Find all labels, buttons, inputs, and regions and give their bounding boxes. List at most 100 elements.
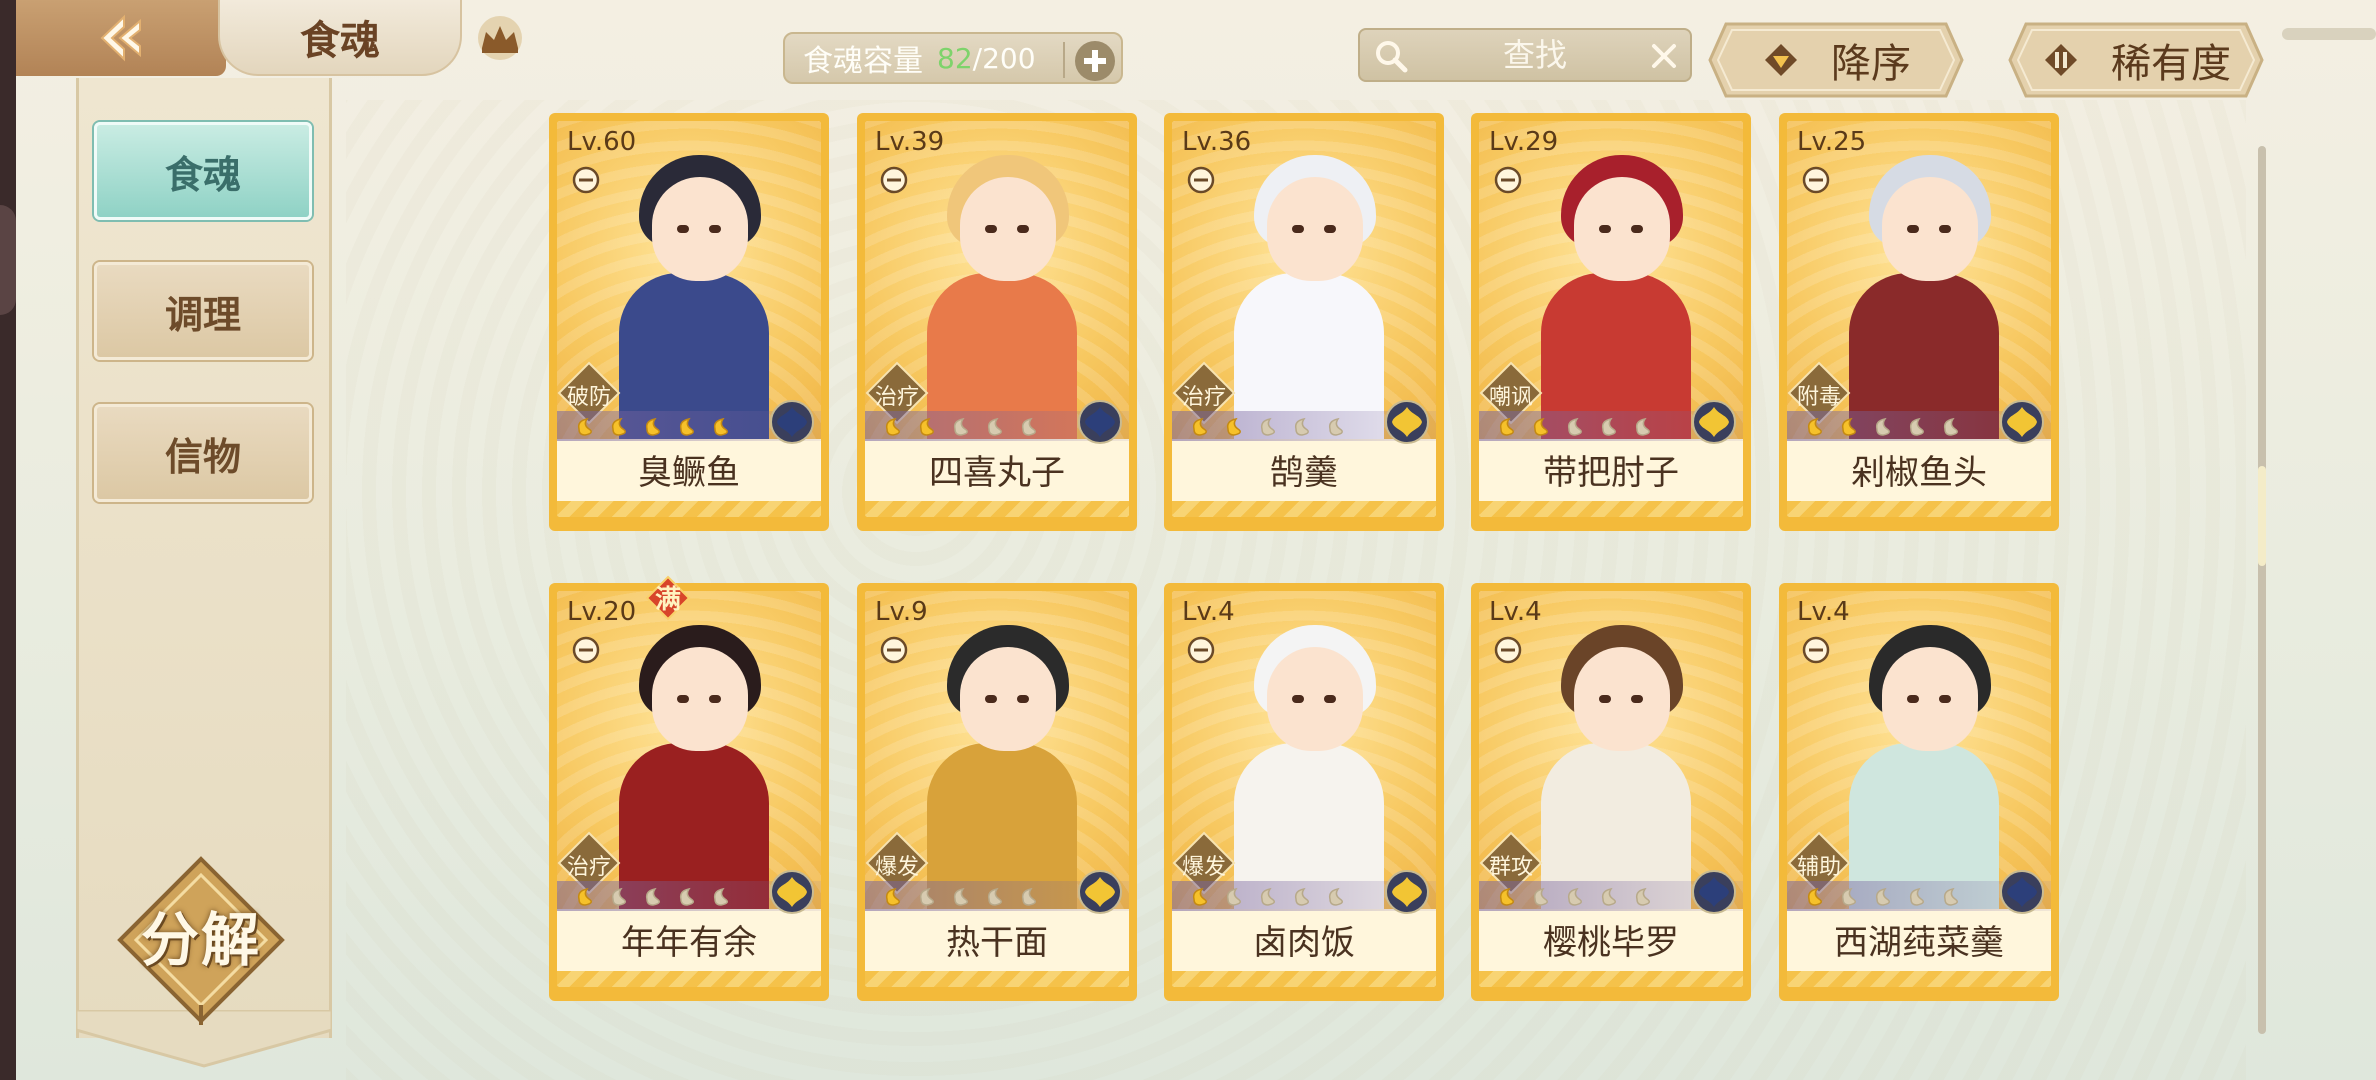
close-icon[interactable] — [1650, 42, 1678, 70]
search-box[interactable]: 查找 — [1358, 28, 1692, 82]
card-role: 嘲讽 — [1488, 385, 1533, 410]
card-role: 群攻 — [1488, 855, 1533, 880]
page-title-tab: 食魂 — [218, 0, 462, 76]
top-right-indicator — [2282, 28, 2376, 40]
star-empty-icon — [1875, 417, 1890, 436]
blue-element-icon — [770, 400, 814, 444]
food-soul-card[interactable]: Lv.39 治疗 四喜丸子 — [857, 113, 1137, 531]
decompose-label: 分解 — [140, 906, 261, 974]
star-empty-icon — [1328, 417, 1343, 436]
card-role: 治疗 — [1181, 385, 1226, 410]
star-filled-icon — [1533, 417, 1548, 436]
food-soul-card[interactable]: Lv.36 治疗 鹄羹 — [1164, 113, 1444, 531]
lock-toggle-icon[interactable] — [571, 165, 601, 195]
card-level: Lv.4 — [1182, 597, 1235, 627]
tab-cultivate[interactable]: 调理 — [94, 262, 312, 360]
lock-toggle-icon[interactable] — [1493, 635, 1523, 665]
food-soul-card[interactable]: Lv.25 附毒 剁椒鱼头 — [1779, 113, 2059, 531]
food-soul-card[interactable]: Lv.4 群攻 樱桃毕罗 — [1471, 583, 1751, 1001]
rarity-sort-label: 稀有度 — [2111, 41, 2231, 87]
scrollbar-track[interactable] — [2258, 146, 2266, 1034]
star-empty-icon — [1021, 887, 1036, 906]
card-name: 四喜丸子 — [929, 453, 1065, 493]
capacity-label: 食魂容量 — [803, 44, 923, 79]
star-filled-icon — [645, 417, 660, 436]
max-badge-label: 满 — [654, 585, 681, 615]
star-filled-icon — [1807, 887, 1822, 906]
star-empty-icon — [1601, 417, 1616, 436]
food-soul-card[interactable]: Lv.29 嘲讽 带把肘子 — [1471, 113, 1751, 531]
star-empty-icon — [713, 887, 728, 906]
star-empty-icon — [1294, 417, 1309, 436]
lock-toggle-icon[interactable] — [1493, 165, 1523, 195]
card-name: 带把肘子 — [1543, 453, 1679, 493]
star-filled-icon — [1807, 417, 1822, 436]
decompose-button[interactable]: 分解 — [116, 855, 286, 1025]
star-empty-icon — [679, 887, 694, 906]
card-level: Lv.20 — [567, 597, 637, 627]
gold-element-icon — [1692, 400, 1736, 444]
sort-order-label: 降序 — [1831, 41, 1911, 87]
star-filled-icon — [919, 417, 934, 436]
rarity-sort-button[interactable]: 稀有度 — [2006, 20, 2266, 100]
star-filled-icon — [577, 887, 592, 906]
scrollbar-thumb[interactable] — [2258, 466, 2266, 566]
star-empty-icon — [1260, 417, 1275, 436]
star-empty-icon — [1909, 887, 1924, 906]
card-name: 鹄羹 — [1270, 453, 1338, 493]
card-level: Lv.60 — [567, 127, 637, 157]
card-role: 爆发 — [1181, 855, 1226, 880]
back-button[interactable] — [16, 0, 226, 76]
lock-toggle-icon[interactable] — [1186, 165, 1216, 195]
add-capacity-button[interactable] — [1075, 41, 1115, 81]
lock-toggle-icon[interactable] — [571, 635, 601, 665]
blue-element-icon — [2000, 870, 2044, 914]
tab-tokens[interactable]: 信物 — [94, 404, 312, 502]
sort-order-button[interactable]: 降序 — [1706, 20, 1966, 100]
star-filled-icon — [885, 417, 900, 436]
card-role: 治疗 — [566, 855, 611, 880]
lock-toggle-icon[interactable] — [1801, 635, 1831, 665]
descending-icon — [1765, 44, 1797, 76]
sort-arrows-icon — [2045, 44, 2077, 76]
star-empty-icon — [1567, 417, 1582, 436]
star-filled-icon — [1226, 417, 1241, 436]
card-role: 治疗 — [874, 385, 919, 410]
capacity-divider — [1063, 42, 1065, 78]
star-empty-icon — [1909, 417, 1924, 436]
food-soul-card[interactable]: Lv.4 辅助 西湖莼菜羹 — [1779, 583, 2059, 1001]
food-soul-card[interactable]: Lv.9 爆发 热干面 — [857, 583, 1137, 1001]
blue-element-icon — [1078, 400, 1122, 444]
food-soul-card[interactable]: Lv.60 破防 臭鳜鱼 — [549, 113, 829, 531]
left-edge-strip — [0, 0, 16, 1080]
star-empty-icon — [1635, 417, 1650, 436]
blue-element-icon — [1692, 870, 1736, 914]
search-input[interactable]: 查找 — [1440, 30, 1630, 80]
crown-icon[interactable] — [470, 14, 530, 62]
back-arrow-icon — [100, 14, 141, 62]
lock-toggle-icon[interactable] — [879, 165, 909, 195]
star-empty-icon — [1943, 417, 1958, 436]
card-role: 附毒 — [1796, 385, 1841, 410]
card-name: 热干面 — [946, 923, 1048, 963]
card-role: 爆发 — [874, 855, 919, 880]
food-soul-card[interactable]: Lv.20 治疗 年年有余 满 — [549, 575, 829, 1001]
card-name: 卤肉饭 — [1253, 923, 1355, 963]
star-filled-icon — [885, 887, 900, 906]
gold-element-icon — [1078, 870, 1122, 914]
gold-element-icon — [2000, 400, 2044, 444]
card-level: Lv.25 — [1797, 127, 1867, 157]
gold-element-icon — [1385, 870, 1429, 914]
lock-toggle-icon[interactable] — [1801, 165, 1831, 195]
tab-food-souls[interactable]: 食魂 — [94, 122, 312, 220]
star-empty-icon — [1601, 887, 1616, 906]
star-empty-icon — [1875, 887, 1890, 906]
lock-toggle-icon[interactable] — [1186, 635, 1216, 665]
card-role: 破防 — [566, 385, 611, 410]
star-empty-icon — [1294, 887, 1309, 906]
food-soul-card[interactable]: Lv.4 爆发 卤肉饭 — [1164, 583, 1444, 1001]
gold-element-icon — [1385, 400, 1429, 444]
card-level: Lv.36 — [1182, 127, 1252, 157]
card-level: Lv.39 — [875, 127, 945, 157]
lock-toggle-icon[interactable] — [879, 635, 909, 665]
